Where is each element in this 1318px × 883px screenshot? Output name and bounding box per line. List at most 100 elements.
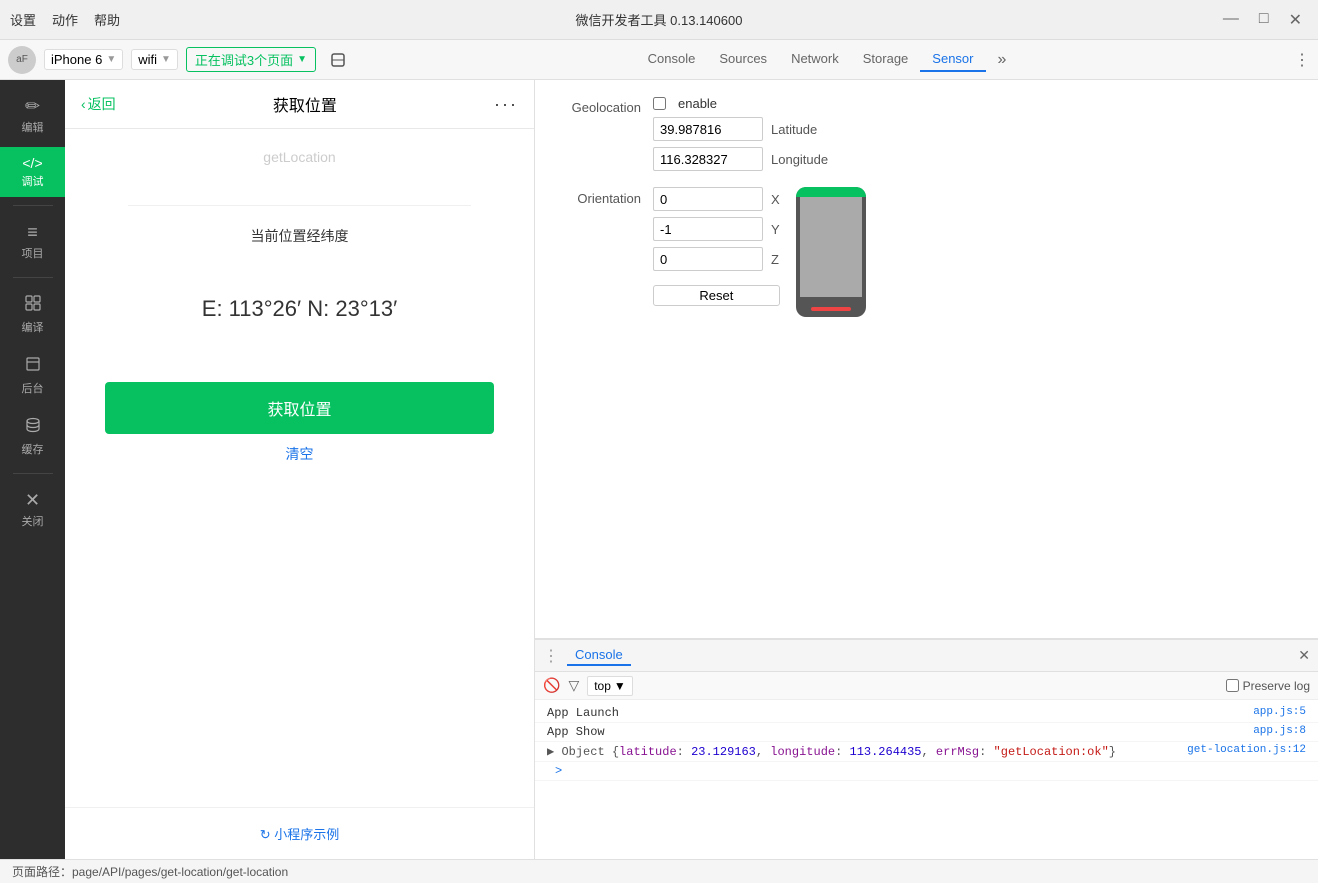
phone-header: ‹ 返回 获取位置 ···	[65, 80, 534, 129]
console-filter-icon[interactable]: ▽	[568, 677, 579, 694]
phone-ui: ‹ 返回 获取位置 ··· getLocation 当前位置经纬度 E: 113…	[65, 80, 534, 859]
menu-actions[interactable]: 动作	[52, 10, 78, 29]
tab-console-panel[interactable]: Console	[567, 645, 631, 666]
toolbar-menu-icon[interactable]: ⋮	[1294, 50, 1310, 70]
sidebar-item-debug[interactable]: </> 调试	[0, 147, 65, 197]
more-tabs-icon[interactable]: »	[994, 47, 1011, 73]
console-line-2: App Show app.js:8	[535, 723, 1318, 742]
network-selector[interactable]: wifi ▼	[131, 49, 178, 70]
debug-label: 正在调试3个页面	[195, 50, 293, 69]
sidebar-cache-label: 缓存	[22, 441, 44, 457]
debug-button[interactable]: 正在调试3个页面 ▼	[186, 47, 316, 72]
console-link-2[interactable]: app.js:8	[1253, 725, 1306, 737]
sidebar-project-label: 项目	[22, 245, 44, 261]
geolocation-enable-checkbox[interactable]	[653, 97, 666, 110]
menu-settings[interactable]: 设置	[10, 10, 36, 29]
orientation-fields: X Y Z Reset	[653, 187, 780, 306]
restore-button[interactable]: □	[1253, 8, 1275, 32]
sidebar-item-edit[interactable]: ✏ 编辑	[0, 88, 65, 143]
phone-more-icon[interactable]: ···	[494, 94, 518, 115]
network-label: wifi	[138, 52, 157, 67]
get-location-button[interactable]: 获取位置	[105, 382, 494, 434]
tab-sensor[interactable]: Sensor	[920, 47, 985, 72]
avatar-text: aF	[16, 54, 28, 65]
phone-illus-screen	[800, 197, 862, 297]
phone-illus-bar	[811, 307, 851, 311]
backend-icon	[24, 355, 42, 378]
console-context-value: top	[594, 679, 611, 693]
x-row: X	[653, 187, 780, 211]
sidebar-item-project[interactable]: ≡ 项目	[0, 214, 65, 269]
geolocation-label: Geolocation	[551, 96, 641, 115]
geolocation-enable-row: enable	[653, 96, 828, 111]
device-label: iPhone 6	[51, 52, 102, 67]
statusbar-path: 页面路径：page/API/pages/get-location/get-loc…	[12, 863, 288, 880]
phone-illus	[796, 187, 866, 317]
sidebar-close-label: 关闭	[22, 513, 44, 529]
expand-object-icon[interactable]: ▶	[547, 745, 561, 759]
console-line-cursor[interactable]: >	[535, 762, 1318, 781]
preserve-log-checkbox[interactable]	[1226, 679, 1239, 692]
sidebar-item-compile[interactable]: 编译	[0, 286, 65, 343]
console-no-icon[interactable]: 🚫	[543, 677, 560, 694]
console-body: App Launch app.js:5 App Show app.js:8 ▶ …	[535, 700, 1318, 859]
phone-separator-1	[128, 205, 471, 206]
titlebar-title: 微信开发者工具 0.13.140600	[576, 10, 743, 29]
console-line-1: App Launch app.js:5	[535, 704, 1318, 723]
devtools-tabs: Console Sources Network Storage Sensor	[636, 47, 986, 72]
console-context-select[interactable]: top ▼	[587, 676, 633, 696]
tab-console[interactable]: Console	[636, 47, 708, 72]
sidebar-debug-label: 调试	[22, 173, 44, 189]
preserve-log-label: Preserve log	[1243, 679, 1310, 693]
back-button[interactable]: ‹ 返回	[81, 94, 116, 114]
sidebar-divider-3	[13, 473, 53, 474]
tab-storage[interactable]: Storage	[851, 47, 921, 72]
compile-icon	[24, 294, 42, 317]
menu-help[interactable]: 帮助	[94, 10, 120, 29]
edit-icon: ✏	[25, 96, 40, 117]
cursor-icon-button[interactable]	[324, 46, 352, 74]
latitude-input[interactable]	[653, 117, 763, 141]
y-input[interactable]	[653, 217, 763, 241]
sensor-panel: Geolocation enable Latitude Longitude	[535, 80, 1318, 639]
z-input[interactable]	[653, 247, 763, 271]
tab-network[interactable]: Network	[779, 47, 851, 72]
console-context-arrow-icon: ▼	[614, 679, 626, 693]
orientation-grid: X Y Z Reset	[653, 187, 866, 317]
example-link[interactable]: 小程序示例	[65, 807, 534, 859]
avatar[interactable]: aF	[8, 46, 36, 74]
longitude-label: Longitude	[771, 152, 828, 167]
clear-button[interactable]: 清空	[286, 444, 314, 464]
console-link-1[interactable]: app.js:5	[1253, 706, 1306, 718]
sidebar-edit-label: 编辑	[22, 119, 44, 135]
longitude-input[interactable]	[653, 147, 763, 171]
orientation-label: Orientation	[551, 187, 641, 206]
sidebar-item-close[interactable]: ✕ 关闭	[0, 482, 65, 537]
debug-arrow-icon: ▼	[297, 54, 307, 65]
device-arrow-icon: ▼	[106, 54, 116, 65]
latitude-row: Latitude	[653, 117, 828, 141]
x-label: X	[771, 192, 780, 207]
close-button[interactable]: ✕	[1283, 8, 1308, 32]
console-drag-handle[interactable]: ⋮	[543, 646, 559, 666]
phone-illus-top	[796, 187, 866, 197]
device-selector[interactable]: iPhone 6 ▼	[44, 49, 123, 70]
geolocation-enable-label: enable	[678, 96, 717, 111]
reset-button[interactable]: Reset	[653, 285, 780, 306]
sidebar-compile-label: 编译	[22, 319, 44, 335]
getlocation-label: getLocation	[263, 149, 335, 165]
sidebar-divider-2	[13, 277, 53, 278]
console-link-3[interactable]: get-location.js:12	[1187, 744, 1306, 756]
debug-icon: </>	[22, 155, 42, 171]
console-preserve-row: Preserve log	[1226, 679, 1310, 693]
simulator-panel: ‹ 返回 获取位置 ··· getLocation 当前位置经纬度 E: 113…	[65, 80, 535, 859]
minimize-button[interactable]: —	[1217, 8, 1245, 32]
x-input[interactable]	[653, 187, 763, 211]
y-row: Y	[653, 217, 780, 241]
sidebar-item-cache[interactable]: 缓存	[0, 408, 65, 465]
console-close-button[interactable]: ✕	[1298, 647, 1310, 664]
console-toolbar: 🚫 ▽ top ▼ Preserve log	[535, 672, 1318, 700]
tab-sources[interactable]: Sources	[707, 47, 779, 72]
sidebar-divider-1	[13, 205, 53, 206]
sidebar-item-backend[interactable]: 后台	[0, 347, 65, 404]
